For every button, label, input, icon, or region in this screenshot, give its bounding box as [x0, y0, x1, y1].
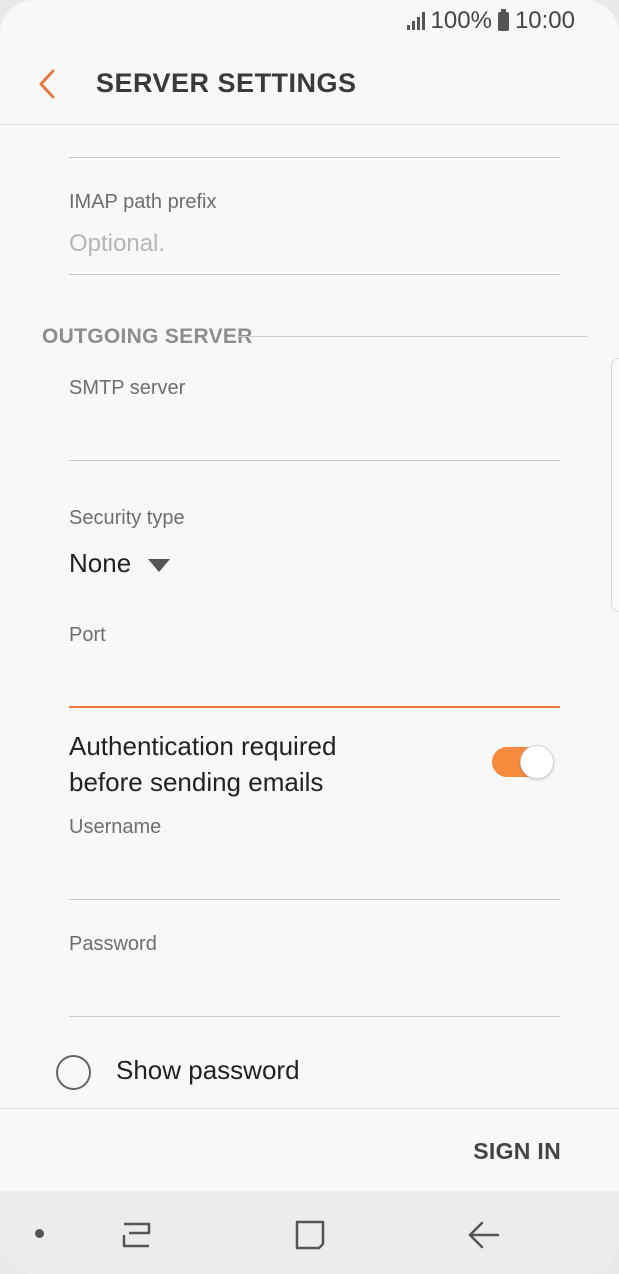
imap-prefix-label: IMAP path prefix — [69, 191, 217, 213]
dropdown-arrow-icon — [148, 559, 170, 572]
auth-required-toggle[interactable] — [492, 745, 554, 779]
port-label: Port — [69, 624, 106, 646]
imap-prefix-underline — [69, 274, 560, 275]
clock: 10:00 — [514, 7, 575, 34]
show-password-checkbox[interactable] — [56, 1055, 91, 1090]
status-bar: 100% 10:00 — [406, 6, 575, 36]
home-icon — [295, 1220, 325, 1250]
system-nav-bar — [0, 1191, 619, 1274]
battery-icon — [497, 8, 509, 31]
scrollbar-handle[interactable] — [611, 358, 619, 612]
chevron-left-icon — [39, 69, 55, 99]
app-header: SERVER SETTINGS — [0, 48, 619, 125]
nav-back-button[interactable] — [466, 1219, 502, 1251]
back-button[interactable] — [34, 66, 64, 102]
toggle-knob — [520, 745, 554, 779]
port-underline-focused — [69, 706, 560, 708]
auth-label-line2: before sending emails — [69, 767, 324, 797]
battery-percent: 100% — [430, 7, 492, 34]
back-arrow-icon — [468, 1221, 500, 1249]
recent-apps-button[interactable] — [120, 1221, 154, 1251]
security-type-label: Security type — [69, 507, 185, 529]
security-type-value: None — [69, 548, 132, 578]
smtp-server-input[interactable] — [69, 410, 560, 458]
phone-screen: 100% 10:00 SERVER SETTINGS IMAP path pre… — [0, 0, 619, 1274]
section-title-outgoing: OUTGOING SERVER — [42, 325, 253, 348]
smtp-server-underline — [69, 460, 560, 461]
username-underline — [69, 899, 560, 900]
previous-field-underline — [69, 157, 560, 158]
recent-apps-icon — [122, 1222, 151, 1248]
smtp-server-label: SMTP server — [69, 377, 186, 399]
page-title: SERVER SETTINGS — [96, 68, 357, 98]
username-input[interactable] — [69, 849, 560, 897]
password-underline — [69, 1016, 560, 1017]
auth-required-label: Authentication required before sending e… — [69, 728, 336, 800]
password-input[interactable] — [69, 966, 560, 1014]
sign-in-button[interactable]: SIGN IN — [473, 1138, 561, 1165]
section-divider — [237, 336, 587, 337]
auth-label-line1: Authentication required — [69, 731, 337, 761]
dot-icon[interactable] — [35, 1229, 44, 1238]
imap-prefix-input[interactable]: Optional. — [69, 230, 165, 258]
password-label: Password — [69, 933, 157, 955]
show-password-label[interactable]: Show password — [116, 1055, 300, 1086]
footer-divider — [0, 1108, 619, 1109]
signal-icon — [406, 12, 425, 30]
username-label: Username — [69, 816, 162, 838]
port-input[interactable] — [69, 656, 560, 704]
security-type-dropdown[interactable]: None — [60, 540, 190, 588]
home-button[interactable] — [294, 1219, 326, 1251]
